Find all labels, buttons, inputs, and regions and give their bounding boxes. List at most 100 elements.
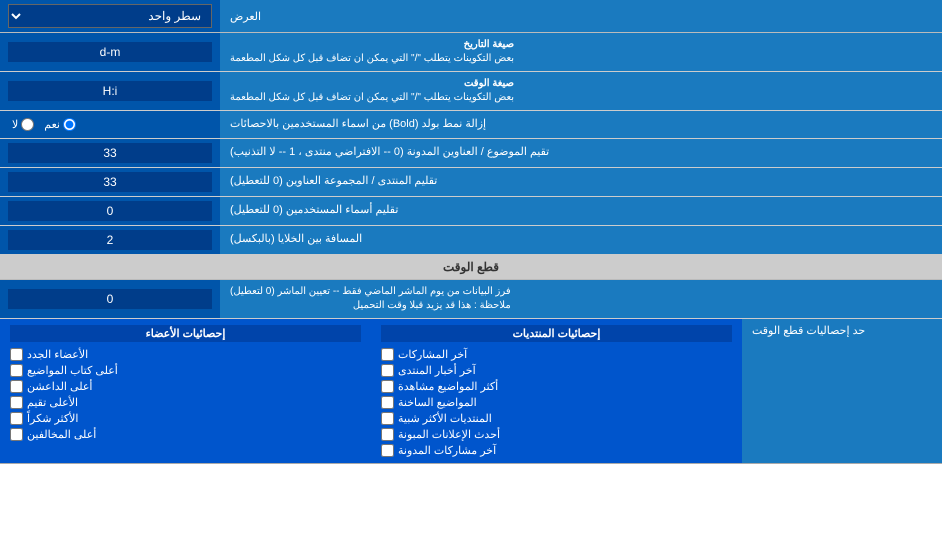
col1-cb-4[interactable] (381, 412, 394, 425)
col1-item-0[interactable]: آخر المشاركات (381, 348, 732, 361)
checkboxes-section-label: حد إحصاليات قطع الوقت (742, 319, 942, 463)
col1-cb-1[interactable] (381, 364, 394, 377)
forum-order-input[interactable] (8, 143, 212, 163)
header-label: العرض (220, 0, 942, 32)
col1-item-1[interactable]: آخر أخبار المنتدى (381, 364, 732, 377)
radio-no-text: لا (12, 118, 18, 131)
cutoff-row: فرز البيانات من يوم الماشر الماضي فقط --… (0, 280, 942, 319)
time-format-label: صيغة الوقت بعض التكوينات يتطلب "/" التي … (220, 72, 942, 110)
col1-cb-6[interactable] (381, 444, 394, 457)
date-format-input-cell (0, 33, 220, 71)
col1-cb-0[interactable] (381, 348, 394, 361)
col2-cb-3[interactable] (10, 396, 23, 409)
col2-cb-4[interactable] (10, 412, 23, 425)
time-format-input[interactable] (8, 81, 212, 101)
cell-spacing-input-cell (0, 226, 220, 254)
col2-item-4-label: الأكثر شكراً (27, 412, 78, 425)
col1-cb-2[interactable] (381, 380, 394, 393)
cutoff-label-text: فرز البيانات من يوم الماشر الماضي فقط --… (230, 285, 511, 313)
col2-item-5-label: أعلى المخالفين (27, 428, 96, 441)
checkboxes-section-title: حد إحصاليات قطع الوقت (752, 324, 865, 337)
header-select-area: سطر واحد سطرين ثلاثة أسطر (0, 0, 220, 32)
time-format-sublabel: بعض التكوينات يتطلب "/" التي يمكن ان تضا… (230, 91, 514, 105)
checkboxes-area: إحصائيات المنتديات آخر المشاركات آخر أخب… (0, 319, 742, 463)
cutoff-section-title: قطع الوقت (443, 260, 499, 274)
forum-order-row: تقيم الموضوع / العناوين المدونة (0 -- ال… (0, 139, 942, 168)
date-format-input[interactable] (8, 42, 212, 62)
time-format-input-cell (0, 72, 220, 110)
radio-yes[interactable] (63, 118, 76, 131)
col1-item-3[interactable]: المواضيع الساخنة (381, 396, 732, 409)
display-select[interactable]: سطر واحد سطرين ثلاثة أسطر (8, 4, 212, 28)
cell-spacing-label-text: المسافة بين الخلايا (بالبكسل) (230, 232, 362, 247)
col1-cb-5[interactable] (381, 428, 394, 441)
time-format-title: صيغة الوقت (230, 77, 514, 91)
col1-item-4-label: المنتديات الأكثر شبية (398, 412, 492, 425)
col2-item-2[interactable]: أعلى الداعشن (10, 380, 361, 393)
col1-item-3-label: المواضيع الساخنة (398, 396, 477, 409)
forum-group-order-label-text: تقليم المنتدى / المجموعة العناوين (0 للت… (230, 174, 437, 189)
col2-item-5[interactable]: أعلى المخالفين (10, 428, 361, 441)
col2-item-4[interactable]: الأكثر شكراً (10, 412, 361, 425)
col2-item-0-label: الأعضاء الجدد (27, 348, 88, 361)
col1-item-1-label: آخر أخبار المنتدى (398, 364, 476, 377)
forum-group-order-input-cell (0, 168, 220, 196)
col2-cb-1[interactable] (10, 364, 23, 377)
forum-group-order-label: تقليم المنتدى / المجموعة العناوين (0 للت… (220, 168, 942, 196)
cell-spacing-input[interactable] (8, 230, 212, 250)
checkboxes-outer-row: حد إحصاليات قطع الوقت إحصائيات المنتديات… (0, 319, 942, 463)
col1-item-5[interactable]: أحدث الإعلانات المبونة (381, 428, 732, 441)
usernames-trim-row: تقليم أسماء المستخدمين (0 للتعطيل) (0, 197, 942, 226)
usernames-trim-input[interactable] (8, 201, 212, 221)
col1: إحصائيات المنتديات آخر المشاركات آخر أخب… (381, 325, 732, 457)
col2: إحصائيات الأعضاء الأعضاء الجدد أعلى كتاب… (10, 325, 361, 457)
cutoff-input[interactable] (8, 289, 212, 309)
time-format-row: صيغة الوقت بعض التكوينات يتطلب "/" التي … (0, 72, 942, 111)
col1-item-6[interactable]: آخر مشاركات المدونة (381, 444, 732, 457)
col1-cb-3[interactable] (381, 396, 394, 409)
forum-group-order-input[interactable] (8, 172, 212, 192)
radio-yes-label[interactable]: نعم (44, 118, 76, 131)
bold-remove-row: إزالة نمط بولد (Bold) من اسماء المستخدمي… (0, 111, 942, 139)
date-format-label: صيغة التاريخ بعض التكوينات يتطلب "/" الت… (220, 33, 942, 71)
forum-order-label-text: تقيم الموضوع / العناوين المدونة (0 -- ال… (230, 145, 549, 160)
col2-item-1-label: أعلى كتاب المواضيع (27, 364, 118, 377)
col1-item-5-label: أحدث الإعلانات المبونة (398, 428, 500, 441)
bold-remove-label-text: إزالة نمط بولد (Bold) من اسماء المستخدمي… (230, 117, 486, 132)
checkboxes-outer: حد إحصاليات قطع الوقت إحصائيات المنتديات… (0, 319, 942, 464)
bold-remove-radio-cell: نعم لا (0, 111, 220, 138)
cutoff-section-header: قطع الوقت (0, 255, 942, 280)
bold-remove-label: إزالة نمط بولد (Bold) من اسماء المستخدمي… (220, 111, 942, 138)
page-container: العرض سطر واحد سطرين ثلاثة أسطر صيغة الت… (0, 0, 942, 464)
col2-cb-0[interactable] (10, 348, 23, 361)
col1-item-2[interactable]: أكثر المواضيع مشاهدة (381, 380, 732, 393)
cutoff-label: فرز البيانات من يوم الماشر الماضي فقط --… (220, 280, 942, 318)
col1-item-2-label: أكثر المواضيع مشاهدة (398, 380, 498, 393)
col2-item-1[interactable]: أعلى كتاب المواضيع (10, 364, 361, 377)
radio-no-label[interactable]: لا (12, 118, 34, 131)
forum-order-input-cell (0, 139, 220, 167)
date-format-title: صيغة التاريخ (230, 38, 514, 52)
forum-group-order-row: تقليم المنتدى / المجموعة العناوين (0 للت… (0, 168, 942, 197)
col1-item-6-label: آخر مشاركات المدونة (398, 444, 496, 457)
col2-item-2-label: أعلى الداعشن (27, 380, 92, 393)
forum-order-label: تقيم الموضوع / العناوين المدونة (0 -- ال… (220, 139, 942, 167)
date-format-sublabel: بعض التكوينات يتطلب "/" التي يمكن ان تضا… (230, 52, 514, 66)
col2-item-3[interactable]: الأعلى تقيم (10, 396, 361, 409)
usernames-trim-label-text: تقليم أسماء المستخدمين (0 للتعطيل) (230, 203, 398, 218)
radio-yes-text: نعم (44, 118, 60, 131)
cell-spacing-row: المسافة بين الخلايا (بالبكسل) (0, 226, 942, 255)
col2-title: إحصائيات الأعضاء (10, 325, 361, 342)
date-format-row: صيغة التاريخ بعض التكوينات يتطلب "/" الت… (0, 33, 942, 72)
header-row: العرض سطر واحد سطرين ثلاثة أسطر (0, 0, 942, 33)
radio-no[interactable] (21, 118, 34, 131)
header-label-text: العرض (230, 10, 261, 23)
col2-cb-2[interactable] (10, 380, 23, 393)
col2-item-3-label: الأعلى تقيم (27, 396, 78, 409)
usernames-trim-label: تقليم أسماء المستخدمين (0 للتعطيل) (220, 197, 942, 225)
col1-title: إحصائيات المنتديات (381, 325, 732, 342)
usernames-trim-input-cell (0, 197, 220, 225)
col1-item-4[interactable]: المنتديات الأكثر شبية (381, 412, 732, 425)
col2-item-0[interactable]: الأعضاء الجدد (10, 348, 361, 361)
col2-cb-5[interactable] (10, 428, 23, 441)
